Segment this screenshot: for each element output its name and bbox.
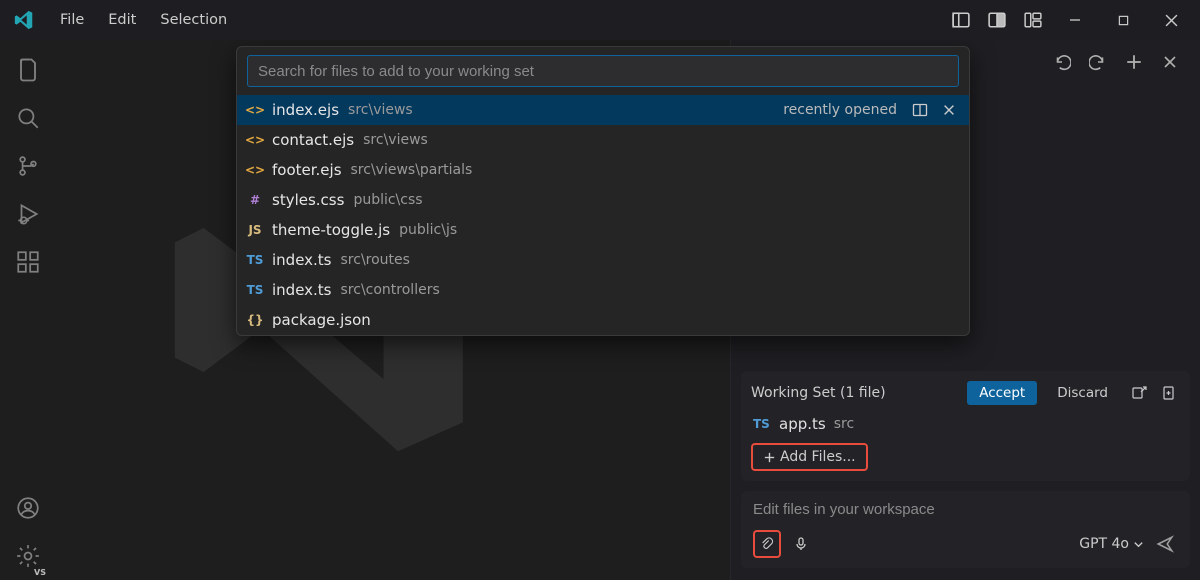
quick-open-file-name: index.ts [272,281,332,299]
quick-open-file-path: public\css [353,192,422,208]
quick-open-file-path: public\js [399,222,457,238]
attach-icon[interactable] [753,530,781,558]
add-files-button[interactable]: Add Files... [751,443,868,471]
accept-button[interactable]: Accept [967,381,1037,405]
quick-open-item[interactable]: TS index.ts src\routes [237,245,969,275]
quick-open-item[interactable]: JS theme-toggle.js public\js [237,215,969,245]
file-type-icon: {} [247,313,263,327]
ts-file-icon: TS [753,417,771,431]
working-set-panel: Working Set (1 file) Accept Discard TS a… [741,371,1190,481]
send-icon[interactable] [1152,531,1178,557]
file-type-icon: TS [247,253,263,267]
chat-input-panel: GPT 4o [741,491,1190,568]
quick-open-search-input[interactable] [247,55,959,87]
file-type-icon: TS [247,283,263,297]
file-type-icon: JS [247,223,263,237]
file-type-icon: # [247,193,263,207]
quick-open-file-name: package.json [272,311,371,329]
plus-icon [763,451,776,464]
window-maximize-icon[interactable] [1102,0,1144,40]
model-selector[interactable]: GPT 4o [1079,536,1144,552]
activity-run-debug-icon[interactable] [0,190,56,238]
menu-edit[interactable]: Edit [96,0,148,40]
quick-open-file-path: src\controllers [341,282,440,298]
quick-open-item[interactable]: {} package.json [237,305,969,335]
quick-open-item[interactable]: <> index.ejs src\views recently opened [237,95,969,125]
window-minimize-icon[interactable] [1054,0,1096,40]
quick-open-file-name: index.ejs [272,101,339,119]
activity-explorer-icon[interactable] [0,46,56,94]
working-set-file-dir: src [834,416,854,432]
remove-item-icon[interactable] [939,100,959,120]
redo-icon[interactable] [1084,48,1112,76]
quick-open-item[interactable]: TS index.ts src\controllers [237,275,969,305]
window-close-icon[interactable] [1150,0,1192,40]
working-set-title: Working Set (1 file) [751,385,959,401]
layout-panel-icon[interactable] [982,0,1012,40]
file-type-icon: <> [247,163,263,177]
file-type-icon: <> [247,133,263,147]
close-panel-icon[interactable] [1156,48,1184,76]
quick-open-file-path: src\views [363,132,428,148]
open-file-icon[interactable] [1128,382,1150,404]
quick-open-item[interactable]: # styles.css public\css [237,185,969,215]
layout-sidebar-left-icon[interactable] [946,0,976,40]
quick-open-file-name: contact.ejs [272,131,354,149]
file-type-icon: <> [247,103,263,117]
quick-open-file-path: src\routes [341,252,410,268]
new-chat-icon[interactable] [1120,48,1148,76]
quick-open-file-name: styles.css [272,191,344,209]
working-set-file-row[interactable]: TS app.ts src [751,413,1180,435]
activity-search-icon[interactable] [0,94,56,142]
chat-input[interactable] [753,501,1178,518]
activity-source-control-icon[interactable] [0,142,56,190]
layout-customise-icon[interactable] [1018,0,1048,40]
new-file-icon[interactable] [1158,382,1180,404]
vscode-logo-icon [10,6,38,34]
working-set-file-name: app.ts [779,415,826,433]
quick-open-file-name: index.ts [272,251,332,269]
quick-open-file-path: src\views [348,102,413,118]
quick-open-item[interactable]: <> footer.ejs src\views\partials [237,155,969,185]
quick-open-file-name: theme-toggle.js [272,221,390,239]
undo-icon[interactable] [1048,48,1076,76]
activity-settings-icon[interactable]: VS [0,532,56,580]
quick-open-dropdown: <> index.ejs src\views recently opened <> con… [236,46,970,336]
activity-extensions-icon[interactable] [0,238,56,286]
quick-open-file-path: src\views\partials [351,162,473,178]
recently-opened-label: recently opened [783,102,897,118]
quick-open-item[interactable]: <> contact.ejs src\views [237,125,969,155]
chevron-down-icon [1133,539,1144,550]
activity-account-icon[interactable] [0,484,56,532]
discard-button[interactable]: Discard [1045,381,1120,405]
quick-open-file-name: footer.ejs [272,161,342,179]
menu-file[interactable]: File [48,0,96,40]
split-editor-icon[interactable] [910,100,930,120]
menu-selection[interactable]: Selection [148,0,239,40]
microphone-icon[interactable] [789,532,813,556]
